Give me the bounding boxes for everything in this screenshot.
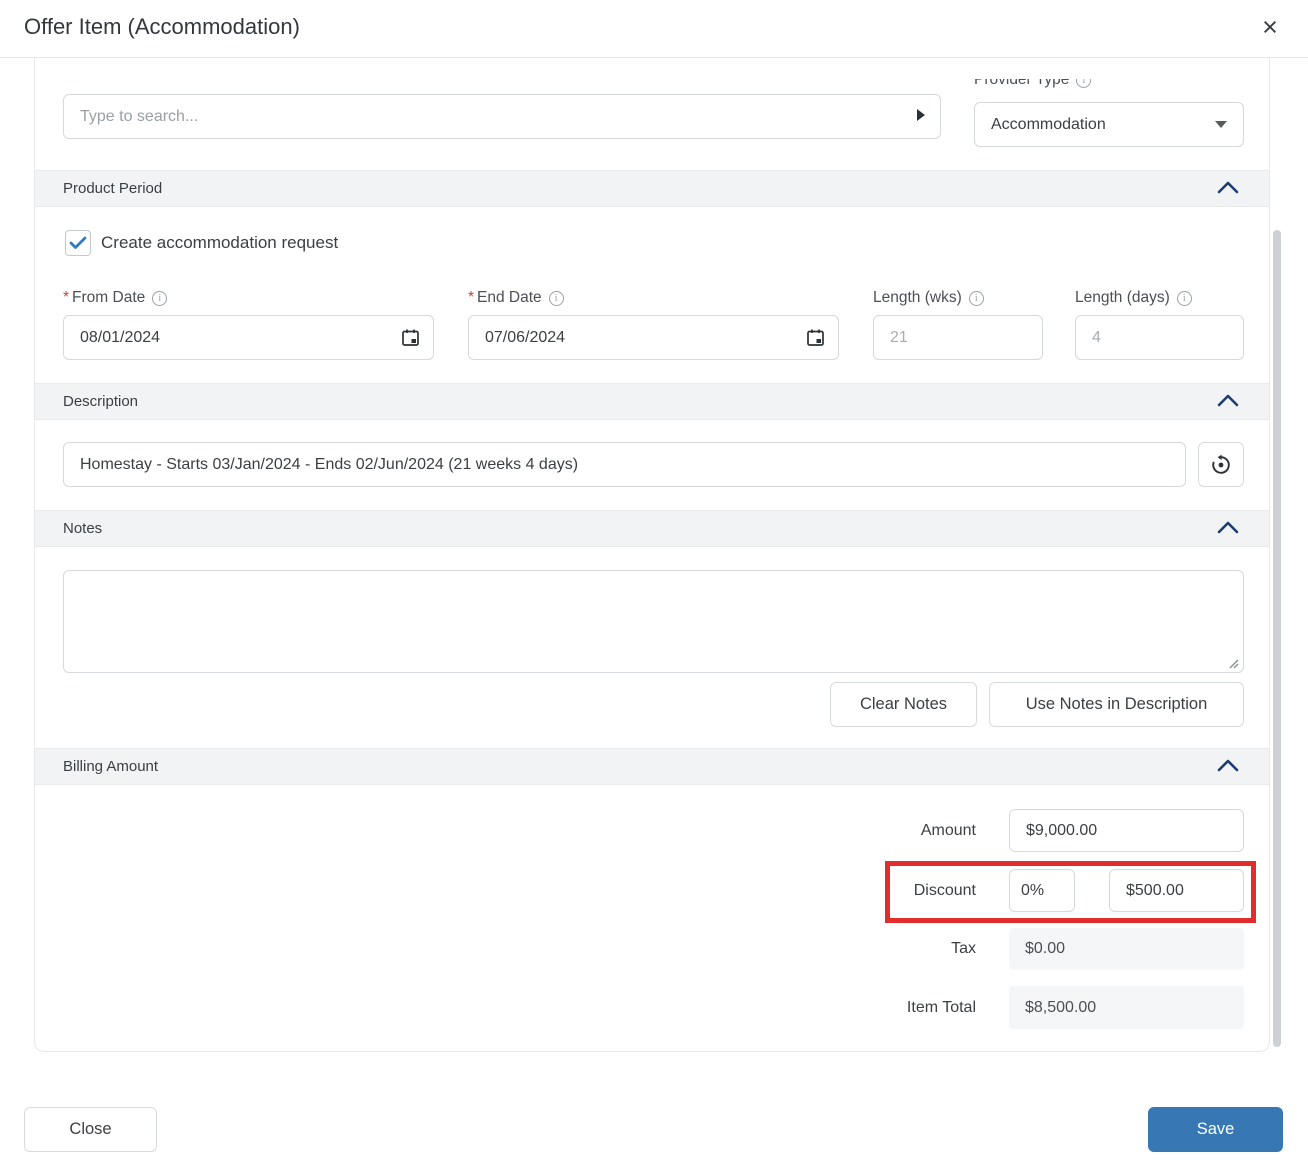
discount-amount-input[interactable]: [1109, 869, 1244, 912]
tax-label: Tax: [951, 940, 976, 957]
length-days-wrap: [1075, 315, 1244, 360]
provider-type-label-clip: Provider Type: [974, 79, 1194, 94]
discount-percent-wrap: [1009, 869, 1075, 912]
notes-title: Notes: [63, 520, 103, 537]
description-wrap: [63, 442, 1186, 487]
restore-icon: [1212, 454, 1230, 474]
regenerate-description-button[interactable]: [1198, 442, 1244, 487]
billing-section-header: Billing Amount: [35, 748, 1269, 785]
chevron-up-icon: [1217, 521, 1239, 533]
discount-percent-input[interactable]: [1009, 869, 1075, 912]
chevron-up-icon: [1217, 759, 1239, 771]
info-icon[interactable]: [548, 290, 564, 306]
info-icon[interactable]: [968, 290, 984, 306]
product-period-title: Product Period: [63, 180, 163, 197]
save-button[interactable]: Save: [1148, 1107, 1283, 1152]
length-wks-label: Length (wks): [873, 289, 962, 306]
info-icon[interactable]: [152, 290, 168, 306]
collapse-notes-button[interactable]: [1215, 519, 1241, 539]
create-accommodation-request-checkbox[interactable]: [65, 230, 91, 256]
calendar-icon[interactable]: [401, 328, 420, 352]
billing-title: Billing Amount: [63, 758, 159, 775]
discount-label: Discount: [913, 881, 976, 899]
item-total-label: Item Total: [906, 998, 976, 1016]
modal-header: Offer Item (Accommodation) ×: [0, 0, 1308, 58]
use-notes-in-description-button[interactable]: Use Notes in Description: [989, 682, 1244, 727]
notes-section-header: Notes: [35, 510, 1269, 547]
required-mark: *: [468, 289, 475, 306]
from-date-label: From Date: [72, 289, 146, 306]
product-search-input[interactable]: [63, 94, 941, 139]
product-search-wrap: [63, 94, 941, 139]
collapse-description-button[interactable]: [1215, 392, 1241, 412]
info-icon[interactable]: [1076, 79, 1092, 88]
provider-type-label: Provider Type: [974, 79, 1070, 88]
collapse-billing-button[interactable]: [1215, 757, 1241, 777]
description-section-header: Description: [35, 383, 1269, 420]
chevron-up-icon: [1217, 394, 1239, 406]
end-date-input[interactable]: [468, 315, 839, 360]
chevron-down-icon: [1215, 121, 1227, 128]
product-period-section-header: Product Period: [35, 170, 1269, 207]
length-wks-wrap: [873, 315, 1043, 360]
provider-type-select[interactable]: Accommodation: [974, 102, 1244, 147]
create-accommodation-request-label: Create accommodation request: [101, 233, 339, 252]
description-input[interactable]: [63, 442, 1186, 487]
description-title: Description: [63, 393, 139, 410]
notes-textarea[interactable]: [63, 570, 1244, 673]
length-days-label: Length (days): [1075, 289, 1170, 306]
clear-notes-button[interactable]: Clear Notes: [830, 682, 977, 727]
discount-amount-wrap: [1109, 869, 1244, 912]
calendar-icon[interactable]: [806, 328, 825, 352]
resize-grip-icon[interactable]: [1227, 656, 1239, 674]
tax-value: $0.00: [1009, 928, 1244, 970]
from-date-input[interactable]: [63, 315, 434, 360]
modal-title: Offer Item (Accommodation): [24, 14, 300, 39]
length-days-input[interactable]: [1075, 315, 1244, 360]
amount-wrap: [1009, 809, 1244, 852]
info-icon[interactable]: [1176, 290, 1192, 306]
length-wks-input[interactable]: [873, 315, 1043, 360]
close-icon[interactable]: ×: [1254, 11, 1286, 43]
checkmark-icon: [69, 236, 87, 249]
required-mark: *: [63, 289, 70, 306]
end-date-label: End Date: [477, 289, 542, 306]
from-date-wrap: [63, 315, 434, 360]
close-button[interactable]: Close: [24, 1107, 157, 1152]
search-expand-icon[interactable]: [917, 109, 925, 121]
vertical-scrollbar[interactable]: [1273, 230, 1281, 1047]
end-date-wrap: [468, 315, 839, 360]
offer-item-form: Provider Type Accommodation Product Peri…: [34, 58, 1270, 1052]
amount-label: Amount: [920, 821, 976, 839]
provider-type-value: Accommodation: [991, 115, 1106, 133]
collapse-product-period-button[interactable]: [1215, 179, 1241, 199]
amount-input[interactable]: [1009, 809, 1244, 852]
item-total-value: $8,500.00: [1009, 986, 1244, 1029]
chevron-up-icon: [1217, 181, 1239, 193]
